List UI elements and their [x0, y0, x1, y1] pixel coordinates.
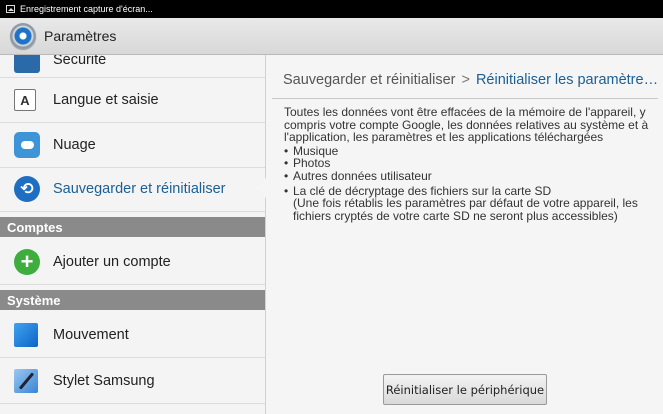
selection-pointer — [255, 178, 266, 198]
sidebar-item-s-pen[interactable]: Stylet Samsung — [0, 359, 265, 404]
app-title: Paramètres — [44, 28, 117, 44]
intro-text: Toutes les données vont être effacées de… — [284, 105, 649, 145]
sidebar-item-label: Stylet Samsung — [53, 373, 155, 389]
breadcrumb-parent[interactable]: Sauvegarder et réinitialiser — [283, 72, 455, 88]
sidebar-item-cloud[interactable]: Nuage — [0, 123, 265, 168]
sidebar-item-backup-reset[interactable]: ⟲ Sauvegarder et réinitialiser — [0, 167, 265, 212]
list-item: La clé de décryptage des fichiers sur la… — [284, 184, 654, 198]
sd-list: La clé de décryptage des fichiers sur la… — [284, 184, 654, 198]
action-bar: Paramètres — [0, 18, 663, 55]
breadcrumb-current: Réinitialiser les paramètres par défaut — [475, 72, 659, 88]
divider — [272, 98, 658, 99]
sidebar-item-motion[interactable]: Mouvement — [0, 313, 265, 358]
list-item: Autres données utilisateur — [284, 170, 654, 183]
stylus-icon — [14, 369, 38, 393]
backup-restore-icon: ⟲ — [14, 176, 40, 202]
sidebar-item-label: Sauvegarder et réinitialiser — [53, 181, 226, 197]
add-icon: + — [14, 249, 40, 275]
reset-description: Toutes les données vont être effacées de… — [284, 106, 654, 222]
status-bar: Enregistrement capture d'écran... — [0, 0, 663, 18]
breadcrumb-separator: > — [461, 72, 470, 88]
sd-note: (Une fois rétablis les paramètres par dé… — [293, 196, 638, 223]
sidebar-item-label: Mouvement — [53, 327, 129, 343]
detail-pane: Sauvegarder et réinitialiser > Réinitial… — [265, 55, 663, 414]
breadcrumb: Sauvegarder et réinitialiser > Réinitial… — [283, 70, 659, 90]
sidebar-item-add-account[interactable]: + Ajouter un compte — [0, 240, 265, 285]
sidebar-item-language[interactable]: A Langue et saisie — [0, 78, 265, 123]
sidebar-item-security[interactable]: Sécurité — [0, 55, 265, 78]
category-system: Système — [0, 290, 265, 310]
reset-device-button[interactable]: Réinitialiser le périphérique — [383, 374, 547, 405]
lock-icon — [14, 55, 40, 73]
keyboard-a-icon: A — [14, 89, 36, 111]
settings-gear-icon[interactable] — [10, 23, 36, 49]
sidebar-item-label: Langue et saisie — [53, 92, 159, 108]
motion-icon — [14, 323, 38, 347]
sidebar-item-label: Nuage — [53, 137, 96, 153]
settings-list[interactable]: Sécurité A Langue et saisie Nuage ⟲ Sauv… — [0, 55, 265, 414]
data-list: Musique Photos Autres données utilisateu… — [284, 145, 654, 183]
list-item: Musique — [284, 145, 654, 158]
screenshot-icon — [6, 5, 15, 13]
sidebar-item-label: Sécurité — [53, 55, 107, 68]
sidebar-item-label: Ajouter un compte — [53, 254, 171, 270]
cloud-icon — [14, 132, 40, 158]
category-accounts: Comptes — [0, 217, 265, 237]
notification-text: Enregistrement capture d'écran... — [20, 4, 153, 14]
